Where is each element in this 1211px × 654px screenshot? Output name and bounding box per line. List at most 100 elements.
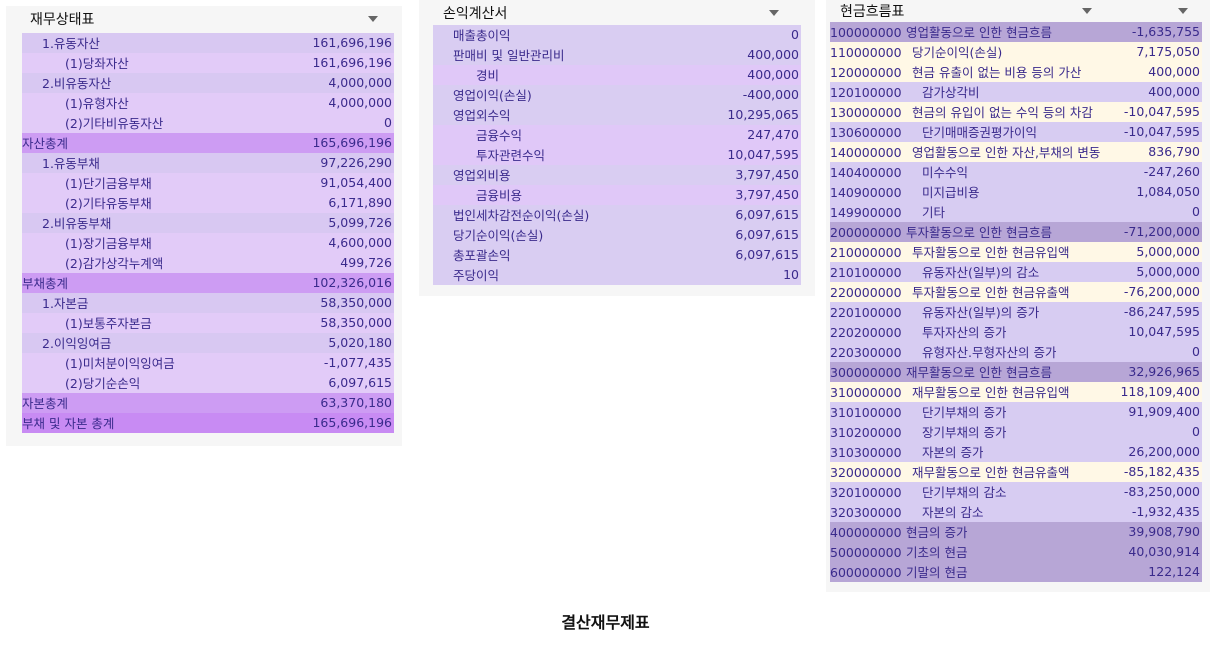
- table-row[interactable]: 2.이익잉여금 5,020,180: [22, 333, 394, 353]
- page-caption: 결산재무제표: [561, 613, 650, 632]
- table-row[interactable]: 영업외수익 10,295,065: [433, 105, 801, 125]
- row-text: 투자자산의 증가: [922, 325, 1007, 340]
- row-code: 300000000: [830, 365, 902, 380]
- table-row[interactable]: 310200000 장기부채의 증가 0: [830, 422, 1202, 442]
- row-label: 1.유동자산: [42, 36, 100, 51]
- table-row[interactable]: 법인세차감전순이익(손실) 6,097,615: [433, 205, 801, 225]
- table-row[interactable]: (1)미처분이익잉여금 -1,077,435: [22, 353, 394, 373]
- chevron-down-icon[interactable]: [1082, 8, 1092, 14]
- row-code: 140900000: [830, 185, 902, 200]
- table-row[interactable]: 1.유동자산 161,696,196: [22, 33, 394, 53]
- row-label: 영업이익(손실): [453, 88, 532, 103]
- table-row[interactable]: (1)단기금융부채 91,054,400: [22, 173, 394, 193]
- row-label: 2.비유동자산: [42, 76, 112, 91]
- row-value: -10,047,595: [1123, 124, 1200, 139]
- table-row[interactable]: 210000000 투자활동으로 인한 현금유입액 5,000,000: [830, 242, 1202, 262]
- table-row[interactable]: 부채총계 102,326,016: [22, 273, 394, 293]
- table-row[interactable]: 1.유동부채 97,226,290: [22, 153, 394, 173]
- table-row[interactable]: 310100000 단기부채의 증가 91,909,400: [830, 402, 1202, 422]
- table-row[interactable]: 2.비유동부채 5,099,726: [22, 213, 394, 233]
- table-row[interactable]: 자본총계 63,370,180: [22, 393, 394, 413]
- balance-sheet-header: 재무상태표: [6, 6, 402, 32]
- row-value: 400,000: [747, 67, 799, 82]
- table-row[interactable]: 120100000 감가상각비 400,000: [830, 82, 1202, 102]
- table-row[interactable]: (2)감가상각누계액 499,726: [22, 253, 394, 273]
- table-row[interactable]: 130600000 단기매매증권평가이익 -10,047,595: [830, 122, 1202, 142]
- row-value: -247,260: [1143, 164, 1200, 179]
- row-label: 220300000 유형자산.무형자산의 증가: [830, 342, 1056, 361]
- table-row[interactable]: 총포괄손익 6,097,615: [433, 245, 801, 265]
- table-row[interactable]: (1)장기금융부채 4,600,000: [22, 233, 394, 253]
- table-row[interactable]: 140400000 미수수익 -247,260: [830, 162, 1202, 182]
- balance-sheet-panel: 재무상태표 1.유동자산 161,696,196 (1)당좌자산 161,696,19…: [6, 6, 402, 446]
- table-row[interactable]: 149900000 기타 0: [830, 202, 1202, 222]
- table-row[interactable]: 320000000 재무활동으로 인한 현금유출액 -85,182,435: [830, 462, 1202, 482]
- cash-flow-panel: 현금흐름표 100000000 영업활동으로 인한 현금흐름 -1,635,755 1…: [826, 0, 1210, 592]
- table-row[interactable]: 투자관련수익 10,047,595: [433, 145, 801, 165]
- table-row[interactable]: 210100000 유동자산(일부)의 감소 5,000,000: [830, 262, 1202, 282]
- table-row[interactable]: 320300000 자본의 감소 -1,932,435: [830, 502, 1202, 522]
- table-row[interactable]: (2)기타유동부채 6,171,890: [22, 193, 394, 213]
- row-value: 10,047,595: [727, 147, 799, 162]
- row-text: 단기부채의 증가: [922, 405, 1007, 420]
- income-statement-panel: 손익계산서 매출총이익 0 판매비 및 일반관리비 400,000 경비 400,000 영…: [419, 0, 815, 296]
- table-row[interactable]: 140000000 영업활동으로 인한 자산,부채의 변동 836,790: [830, 142, 1202, 162]
- row-text: 단기부채의 감소: [922, 485, 1007, 500]
- table-row[interactable]: 120000000 현금 유출이 없는 비용 등의 가산 400,000: [830, 62, 1202, 82]
- table-row[interactable]: 600000000 기말의 현금 122,124: [830, 562, 1202, 582]
- table-row[interactable]: 경비 400,000: [433, 65, 801, 85]
- table-row[interactable]: 220000000 투자활동으로 인한 현금유출액 -76,200,000: [830, 282, 1202, 302]
- row-value: 10: [783, 267, 799, 282]
- chevron-down-icon[interactable]: [368, 16, 378, 22]
- row-value: 6,097,615: [735, 207, 799, 222]
- table-row[interactable]: 140900000 미지급비용 1,084,050: [830, 182, 1202, 202]
- row-value: 97,226,290: [320, 155, 392, 170]
- row-label: 주당이익: [453, 268, 500, 283]
- table-row[interactable]: 매출총이익 0: [433, 25, 801, 45]
- row-label: 당기순이익(손실): [453, 228, 544, 243]
- row-label: 310300000 자본의 증가: [830, 442, 983, 461]
- table-row[interactable]: 400000000 현금의 증가 39,908,790: [830, 522, 1202, 542]
- table-row[interactable]: 220200000 투자자산의 증가 10,047,595: [830, 322, 1202, 342]
- table-row[interactable]: (2)당기순손익 6,097,615: [22, 373, 394, 393]
- table-row[interactable]: 100000000 영업활동으로 인한 현금흐름 -1,635,755: [830, 22, 1202, 42]
- table-row[interactable]: (1)당좌자산 161,696,196: [22, 53, 394, 73]
- table-row[interactable]: 영업외비용 3,797,450: [433, 165, 801, 185]
- table-row[interactable]: (1)유형자산 4,000,000: [22, 93, 394, 113]
- table-row[interactable]: 1.자본금 58,350,000: [22, 293, 394, 313]
- row-code: 130600000: [830, 125, 902, 140]
- row-label: (1)당좌자산: [65, 56, 129, 71]
- table-row[interactable]: 자산총계 165,696,196: [22, 133, 394, 153]
- row-value: 122,124: [1148, 564, 1200, 579]
- table-row[interactable]: (2)기타비유동자산 0: [22, 113, 394, 133]
- table-row[interactable]: 300000000 재무활동으로 인한 현금흐름 32,926,965: [830, 362, 1202, 382]
- table-row[interactable]: (1)보통주자본금 58,350,000: [22, 313, 394, 333]
- row-value: 1,084,050: [1136, 184, 1200, 199]
- row-value: 4,600,000: [328, 235, 392, 250]
- table-row[interactable]: 영업이익(손실) -400,000: [433, 85, 801, 105]
- table-row[interactable]: 220100000 유동자산(일부)의 증가 -86,247,595: [830, 302, 1202, 322]
- table-row[interactable]: 310300000 자본의 증가 26,200,000: [830, 442, 1202, 462]
- row-label: (2)기타유동부채: [65, 196, 152, 211]
- row-value: 0: [1192, 204, 1200, 219]
- table-row[interactable]: 2.비유동자산 4,000,000: [22, 73, 394, 93]
- table-row[interactable]: 310000000 재무활동으로 인한 현금유입액 118,109,400: [830, 382, 1202, 402]
- table-row[interactable]: 200000000 투자활동으로 인한 현금흐름 -71,200,000: [830, 222, 1202, 242]
- table-row[interactable]: 주당이익 10: [433, 265, 801, 285]
- chevron-down-icon[interactable]: [1178, 8, 1188, 14]
- table-row[interactable]: 320100000 단기부채의 감소 -83,250,000: [830, 482, 1202, 502]
- table-row[interactable]: 500000000 기초의 현금 40,030,914: [830, 542, 1202, 562]
- table-row[interactable]: 110000000 당기순이익(손실) 7,175,050: [830, 42, 1202, 62]
- row-code: 140400000: [830, 165, 902, 180]
- table-row[interactable]: 금융수익 247,470: [433, 125, 801, 145]
- table-row[interactable]: 부채 및 자본 총계 165,696,196: [22, 413, 394, 433]
- table-row[interactable]: 당기순이익(손실) 6,097,615: [433, 225, 801, 245]
- table-row[interactable]: 금융비용 3,797,450: [433, 185, 801, 205]
- chevron-down-icon[interactable]: [769, 10, 779, 16]
- row-text: 현금의 증가: [906, 525, 968, 540]
- table-row[interactable]: 220300000 유형자산.무형자산의 증가 0: [830, 342, 1202, 362]
- row-text: 단기매매증권평가이익: [922, 125, 1038, 140]
- table-row[interactable]: 130000000 현금의 유입이 없는 수익 등의 차감 -10,047,595: [830, 102, 1202, 122]
- row-value: 26,200,000: [1128, 444, 1200, 459]
- table-row[interactable]: 판매비 및 일반관리비 400,000: [433, 45, 801, 65]
